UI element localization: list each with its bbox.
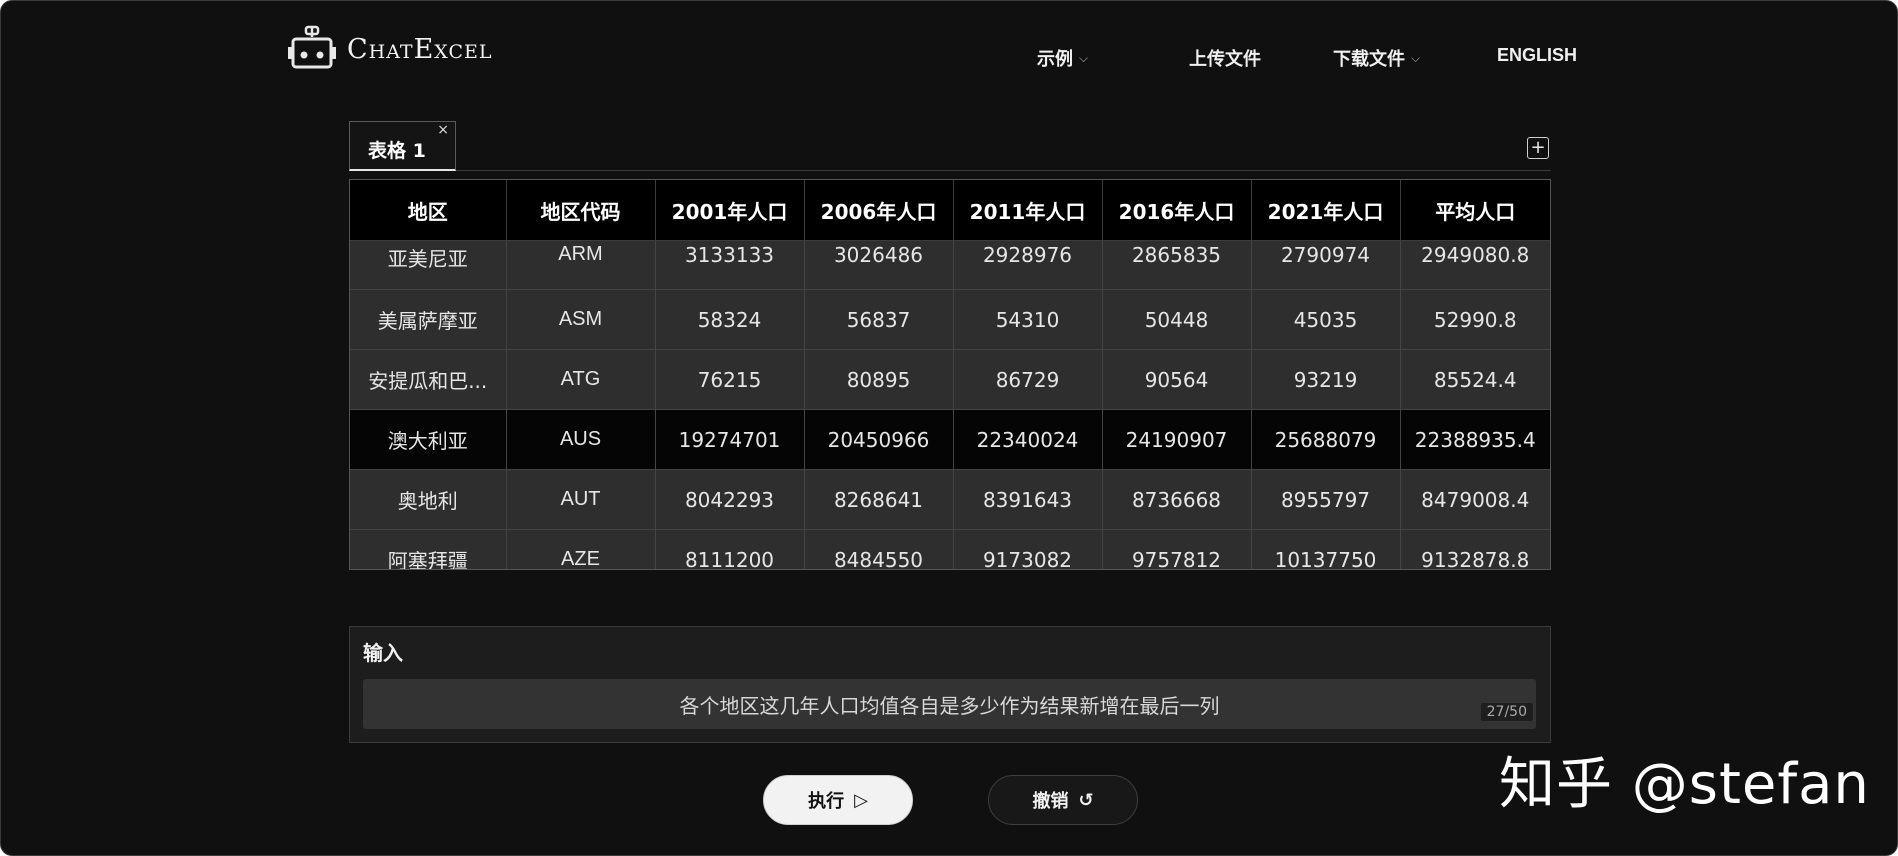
table-cell[interactable]: 8736668 [1102,469,1252,530]
table-cell[interactable]: 80895 [804,349,954,410]
robot-icon [288,25,336,69]
table-cell[interactable]: AUT [506,469,656,530]
column-header[interactable]: 平均人口 [1400,180,1550,241]
table-cell[interactable]: 美属萨摩亚 [350,289,507,350]
table-row[interactable]: 安提瓜和巴... ATG 76215 80895 86729 90564 932… [350,349,1550,410]
table-cell[interactable]: 8268641 [804,469,954,530]
close-icon[interactable]: × [437,122,449,138]
undo-button[interactable]: 撤销 ↺ [988,775,1138,825]
execute-label: 执行 [808,791,845,812]
execute-button[interactable]: 执行 ▷ [763,775,913,825]
column-header[interactable]: 2016年人口 [1102,180,1252,241]
table-cell[interactable]: 2790974 [1251,240,1401,290]
table-cell[interactable]: 76215 [655,349,805,410]
nav-examples-label: 示例 [1037,49,1073,69]
watermark: 知乎 @stefan [1499,752,1870,817]
table-cell[interactable]: 9757812 [1102,529,1252,569]
table-cell[interactable]: 58324 [655,289,805,350]
nav-language[interactable]: ENGLISH [1497,45,1577,66]
tab-label: 表格 1 [368,140,426,162]
table-cell[interactable]: 8111200 [655,529,805,569]
char-counter: 27/50 [1480,703,1533,721]
table-cell[interactable]: 奥地利 [350,469,507,530]
table-cell[interactable]: 25688079 [1251,409,1401,470]
prompt-input[interactable] [363,679,1536,729]
nav-upload-label: 上传文件 [1189,49,1261,69]
table-cell[interactable]: 8042293 [655,469,805,530]
table-cell[interactable]: 86729 [953,349,1103,410]
undo-icon: ↺ [1078,789,1094,811]
table-row[interactable]: 澳大利亚 AUS 19274701 20450966 22340024 2419… [350,409,1550,470]
table-cell[interactable]: 56837 [804,289,954,350]
table-cell[interactable]: 54310 [953,289,1103,350]
table-cell[interactable]: ASM [506,289,656,350]
table-cell[interactable]: 2949080.8 [1400,240,1550,290]
table-cell[interactable]: 10137750 [1251,529,1401,569]
column-header[interactable]: 2001年人口 [655,180,805,241]
table-cell[interactable]: 阿塞拜疆 [350,529,507,569]
table-cell[interactable]: 24190907 [1102,409,1252,470]
table-cell[interactable]: 澳大利亚 [350,409,507,470]
table-cell[interactable]: ARM [506,240,656,290]
play-icon: ▷ [854,789,868,811]
nav-download[interactable]: 下载文件 ⌵ [1333,45,1420,71]
table-cell[interactable]: 8484550 [804,529,954,569]
tab-sheet-1[interactable]: 表格 1 × [349,121,456,171]
column-header[interactable]: 2021年人口 [1251,180,1401,241]
table-cell[interactable]: 45035 [1251,289,1401,350]
table-cell[interactable]: 22340024 [953,409,1103,470]
chevron-down-icon: ⌵ [1079,50,1089,65]
table-cell[interactable]: 22388935.4 [1400,409,1550,470]
nav-upload[interactable]: 上传文件 [1189,45,1261,71]
table-cell[interactable]: 52990.8 [1400,289,1550,350]
table-row[interactable]: 阿塞拜疆 AZE 8111200 8484550 9173082 9757812… [350,529,1550,569]
table-cell[interactable]: AUS [506,409,656,470]
table-cell[interactable]: 50448 [1102,289,1252,350]
table-cell[interactable]: 9173082 [953,529,1103,569]
column-header[interactable]: 2011年人口 [953,180,1103,241]
table-row[interactable]: 亚美尼亚 ARM 3133133 3026486 2928976 2865835… [350,240,1550,290]
table-cell[interactable]: 8479008.4 [1400,469,1550,530]
column-header[interactable]: 地区 [350,180,507,241]
table-cell[interactable]: 90564 [1102,349,1252,410]
plus-icon: + [1530,137,1546,158]
input-panel: 输入 27/50 [349,626,1551,743]
table-cell[interactable]: 19274701 [655,409,805,470]
tab-divider [456,170,1551,171]
nav-examples[interactable]: 示例 ⌵ [1037,45,1088,71]
table-cell[interactable]: AZE [506,529,656,569]
column-header[interactable]: 地区代码 [506,180,656,241]
app-window: ChatExcel 示例 ⌵ 上传文件 下载文件 ⌵ ENGLISH 表格 1 … [0,0,1898,856]
table-cell[interactable]: 3133133 [655,240,805,290]
nav-download-label: 下载文件 [1333,49,1405,69]
data-table[interactable]: 地区 地区代码 2001年人口 2006年人口 2011年人口 2016年人口 … [349,179,1551,570]
add-tab-button[interactable]: + [1527,137,1549,159]
table-cell[interactable]: 8955797 [1251,469,1401,530]
brand-name: ChatExcel [347,33,493,65]
table-cell[interactable]: 安提瓜和巴... [350,349,507,410]
nav-language-label: ENGLISH [1497,45,1578,65]
table-cell[interactable]: 8391643 [953,469,1103,530]
table-row[interactable]: 奥地利 AUT 8042293 8268641 8391643 8736668 … [350,469,1550,530]
input-label: 输入 [363,641,403,665]
table-cell[interactable]: 85524.4 [1400,349,1550,410]
table-cell[interactable]: 20450966 [804,409,954,470]
undo-label: 撤销 [1032,791,1069,812]
table-header-row: 地区 地区代码 2001年人口 2006年人口 2011年人口 2016年人口 … [350,180,1550,241]
brand-logo[interactable]: ChatExcel [287,25,493,73]
table-cell[interactable]: 3026486 [804,240,954,290]
table-cell[interactable]: ATG [506,349,656,410]
table-cell[interactable]: 2865835 [1102,240,1252,290]
column-header[interactable]: 2006年人口 [804,180,954,241]
table-cell[interactable]: 9132878.8 [1400,529,1550,569]
table-cell[interactable]: 亚美尼亚 [350,240,507,290]
chevron-down-icon: ⌵ [1411,50,1421,65]
table-cell[interactable]: 2928976 [953,240,1103,290]
table-cell[interactable]: 93219 [1251,349,1401,410]
table-row[interactable]: 美属萨摩亚 ASM 58324 56837 54310 50448 45035 … [350,289,1550,350]
